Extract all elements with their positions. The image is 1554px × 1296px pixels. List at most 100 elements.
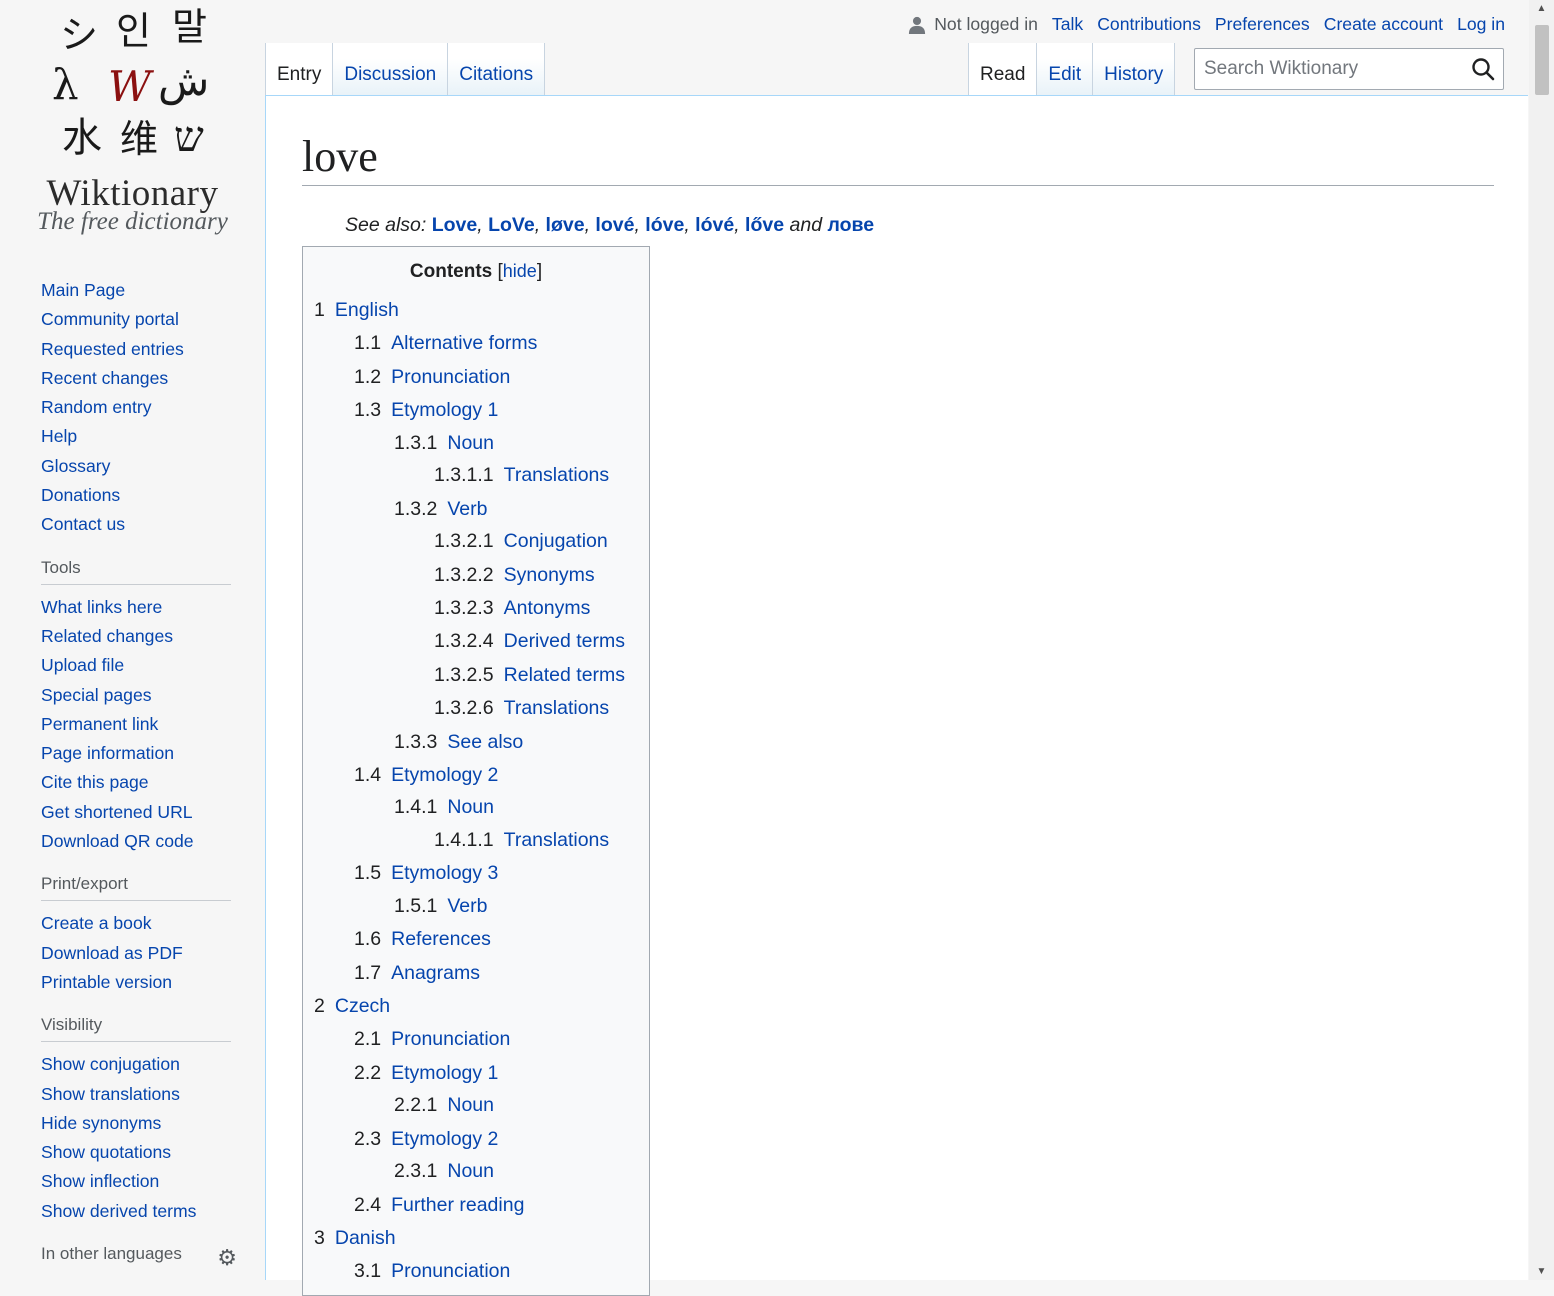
search-input[interactable] bbox=[1195, 57, 1463, 81]
sidebar-link[interactable]: Hide synonyms bbox=[41, 1113, 161, 1133]
log-in-link[interactable]: Log in bbox=[1457, 14, 1505, 35]
sidebar-item-recent-changes[interactable]: Recent changes bbox=[41, 364, 231, 393]
sidebar-link[interactable]: Requested entries bbox=[41, 339, 184, 359]
sidebar-item-printable-version[interactable]: Printable version bbox=[41, 968, 231, 997]
create-account-link[interactable]: Create account bbox=[1324, 14, 1443, 35]
site-logo[interactable]: シ 인 말 λ W ش 水 维 ש Wiktionary The free di… bbox=[0, 0, 265, 250]
toc-item[interactable]: 1.3.2.5 Related terms bbox=[434, 665, 625, 686]
toc-item[interactable]: 1 English bbox=[314, 300, 399, 321]
see-also-link[interactable]: Love bbox=[432, 214, 478, 236]
tab-edit[interactable]: Edit bbox=[1036, 43, 1093, 96]
sidebar-link[interactable]: Upload file bbox=[41, 655, 124, 675]
see-also-link[interactable]: løve bbox=[546, 214, 585, 236]
toc-link[interactable]: Etymology 1 bbox=[391, 1062, 498, 1084]
toc-item[interactable]: 1.3.2.1 Conjugation bbox=[434, 530, 608, 552]
sidebar-link[interactable]: Contact us bbox=[41, 514, 125, 534]
talk-link[interactable]: Talk bbox=[1052, 14, 1083, 35]
sidebar-link[interactable]: Related changes bbox=[41, 626, 173, 646]
toc-item[interactable]: 2.2.1 Noun bbox=[394, 1096, 494, 1116]
toc-link[interactable]: Conjugation bbox=[504, 530, 608, 552]
toc-item[interactable]: 1.4.1 Noun bbox=[394, 798, 494, 818]
toc-link[interactable]: Verb bbox=[447, 498, 487, 520]
sidebar-link[interactable]: Help bbox=[41, 426, 77, 446]
sidebar-item-help[interactable]: Help bbox=[41, 422, 231, 451]
toc-item[interactable]: 1.7 Anagrams bbox=[354, 962, 480, 984]
sidebar-item-upload-file[interactable]: Upload file bbox=[41, 651, 231, 680]
scroll-down-arrow-icon[interactable]: ▼ bbox=[1529, 1263, 1554, 1280]
toc-link[interactable]: Etymology 2 bbox=[391, 764, 498, 786]
search-button[interactable] bbox=[1463, 49, 1503, 89]
see-also-link[interactable]: лове bbox=[827, 214, 874, 236]
toc-link[interactable]: Antonyms bbox=[504, 597, 591, 619]
toc-item[interactable]: 1.4.1.1 Translations bbox=[434, 830, 609, 851]
sidebar-link[interactable]: Show inflection bbox=[41, 1171, 159, 1191]
toc-item[interactable]: 1.5 Etymology 3 bbox=[354, 864, 498, 884]
sidebar-item-what-links-here[interactable]: What links here bbox=[41, 593, 231, 622]
toc-item[interactable]: 2.1 Pronunciation bbox=[354, 1030, 510, 1050]
toc-item[interactable]: 1.3.2 Verb bbox=[394, 498, 488, 520]
toc-item[interactable]: 2 Czech bbox=[314, 996, 390, 1017]
gear-icon[interactable]: ⚙ bbox=[217, 1245, 237, 1271]
contributions-link[interactable]: Contributions bbox=[1097, 14, 1201, 35]
see-also-link[interactable]: lóve bbox=[645, 214, 684, 236]
sidebar-item-show-inflection[interactable]: Show inflection bbox=[41, 1167, 231, 1196]
toc-link[interactable]: Noun bbox=[447, 1094, 494, 1116]
sidebar-link[interactable]: Show derived terms bbox=[41, 1201, 196, 1221]
sidebar-link[interactable]: What links here bbox=[41, 597, 162, 617]
sidebar-item-related-changes[interactable]: Related changes bbox=[41, 622, 231, 651]
sidebar-link[interactable]: Download as PDF bbox=[41, 943, 183, 963]
page-scrollbar[interactable]: ▲ ▼ bbox=[1529, 0, 1554, 1280]
toc-item[interactable]: 3.1 Pronunciation bbox=[354, 1262, 510, 1282]
toc-item[interactable]: 1.3 Etymology 1 bbox=[354, 400, 498, 421]
sidebar-item-create-a-book[interactable]: Create a book bbox=[41, 909, 231, 938]
sidebar-item-page-information[interactable]: Page information bbox=[41, 739, 231, 768]
toc-link[interactable]: Danish bbox=[335, 1227, 396, 1249]
toc-item[interactable]: 1.1 Alternative forms bbox=[354, 334, 537, 354]
toc-link[interactable]: Translations bbox=[504, 464, 610, 486]
toc-link[interactable]: Translations bbox=[504, 697, 610, 719]
toc-hide-toggle[interactable]: hide bbox=[503, 261, 537, 281]
toc-item[interactable]: 1.3.2.2 Synonyms bbox=[434, 565, 595, 586]
sidebar-link[interactable]: Show translations bbox=[41, 1084, 180, 1104]
toc-item[interactable]: 1.3.3 See also bbox=[394, 731, 523, 753]
sidebar-item-glossary[interactable]: Glossary bbox=[41, 452, 231, 481]
sidebar-link[interactable]: Page information bbox=[41, 743, 174, 763]
toc-link[interactable]: Noun bbox=[447, 796, 494, 818]
preferences-link[interactable]: Preferences bbox=[1215, 14, 1310, 35]
toc-link[interactable]: Anagrams bbox=[391, 962, 480, 984]
sidebar-item-cite-this-page[interactable]: Cite this page bbox=[41, 768, 231, 797]
sidebar-item-special-pages[interactable]: Special pages bbox=[41, 681, 231, 710]
sidebar-item-download-as-pdf[interactable]: Download as PDF bbox=[41, 939, 231, 968]
toc-link[interactable]: Alternative forms bbox=[391, 332, 537, 354]
toc-link[interactable]: Etymology 2 bbox=[391, 1128, 498, 1150]
toc-item[interactable]: 1.3.1 Noun bbox=[394, 432, 494, 454]
see-also-link[interactable]: LoVe bbox=[488, 214, 535, 236]
scroll-up-arrow-icon[interactable]: ▲ bbox=[1529, 0, 1554, 17]
toc-link[interactable]: Verb bbox=[447, 895, 487, 917]
toc-link[interactable]: See also bbox=[447, 731, 523, 753]
sidebar-item-hide-synonyms[interactable]: Hide synonyms bbox=[41, 1109, 231, 1138]
sidebar-link[interactable]: Show quotations bbox=[41, 1142, 171, 1162]
sidebar-item-requested-entries[interactable]: Requested entries bbox=[41, 335, 231, 364]
sidebar-item-show-derived-terms[interactable]: Show derived terms bbox=[41, 1197, 231, 1226]
sidebar-item-donations[interactable]: Donations bbox=[41, 481, 231, 510]
sidebar-item-get-shortened-url[interactable]: Get shortened URL bbox=[41, 798, 231, 827]
sidebar-link[interactable]: Special pages bbox=[41, 685, 152, 705]
toc-link[interactable]: Noun bbox=[447, 432, 494, 454]
sidebar-link[interactable]: Cite this page bbox=[41, 772, 149, 792]
toc-item[interactable]: 1.6 References bbox=[354, 928, 491, 950]
sidebar-item-show-quotations[interactable]: Show quotations bbox=[41, 1138, 231, 1167]
sidebar-link[interactable]: Get shortened URL bbox=[41, 802, 193, 822]
sidebar-link[interactable]: Permanent link bbox=[41, 714, 158, 734]
sidebar-link[interactable]: Download QR code bbox=[41, 831, 194, 851]
toc-link[interactable]: Etymology 3 bbox=[391, 862, 498, 884]
sidebar-link[interactable]: Create a book bbox=[41, 913, 152, 933]
toc-link[interactable]: References bbox=[391, 928, 491, 950]
toc-item[interactable]: 3 Danish bbox=[314, 1227, 396, 1249]
sidebar-link[interactable]: Recent changes bbox=[41, 368, 168, 388]
toc-link[interactable]: Noun bbox=[447, 1160, 494, 1182]
tab-citations[interactable]: Citations bbox=[447, 43, 546, 96]
tab-entry[interactable]: Entry bbox=[265, 43, 333, 96]
sidebar-link[interactable]: Main Page bbox=[41, 280, 125, 300]
toc-item[interactable]: 1.3.1.1 Translations bbox=[434, 464, 610, 486]
